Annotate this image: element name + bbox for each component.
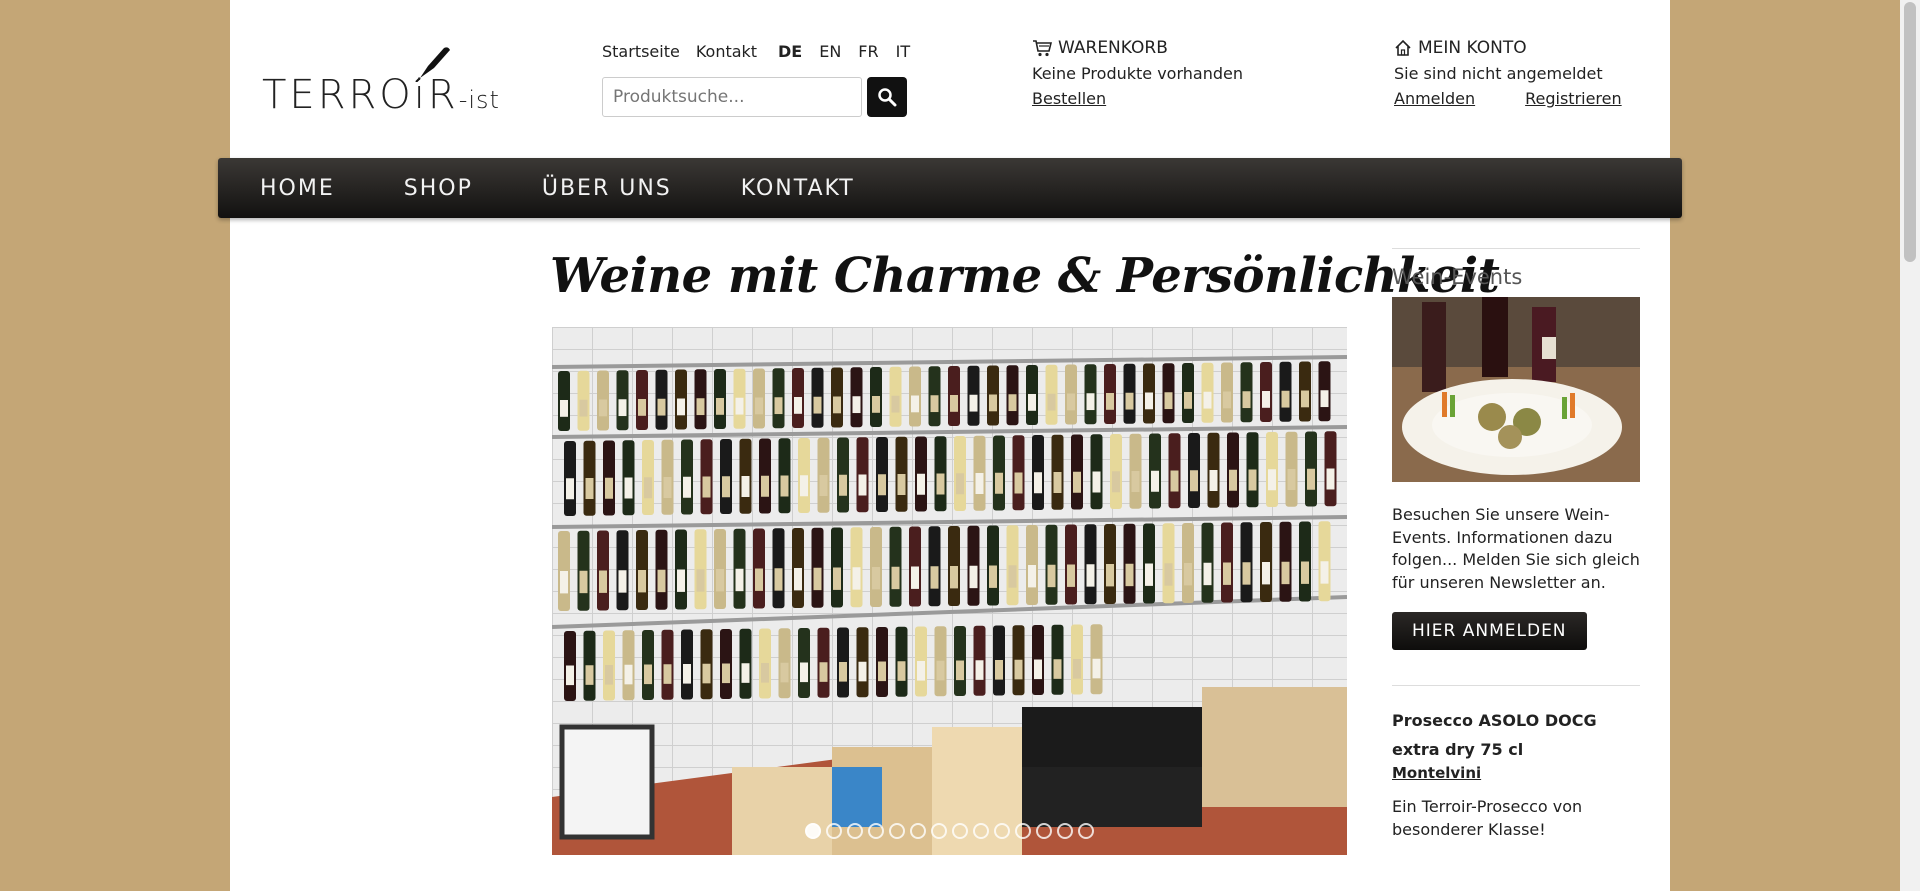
wine-event-image [1392,297,1640,482]
events-text: Besuchen Sie unsere Wein-Events. Informa… [1392,505,1640,592]
slider-dot[interactable] [1078,823,1094,839]
page-headline: Weine mit Charme & Persönlichkeit [550,248,1500,304]
top-links: Startseite Kontakt [602,42,757,61]
main-nav: HOME SHOP ÜBER UNS KONTAKT [218,158,1682,218]
scrollbar-thumb[interactable] [1904,2,1916,262]
top-link-kontakt[interactable]: Kontakt [696,42,757,61]
slider-dot[interactable] [1036,823,1052,839]
slider-dot[interactable] [973,823,989,839]
slider-dot[interactable] [805,823,821,839]
producer-link[interactable]: Montelvini [1392,764,1640,782]
cart-title[interactable]: WARENKORB [1032,38,1243,58]
slider-dot[interactable] [889,823,905,839]
logo-wordmark: TERROiR-ist [262,72,500,118]
slider-dot[interactable] [994,823,1010,839]
product-description: Ein Terroir-Prosecco von besonderer Klas… [1392,797,1583,839]
slider-dots [552,823,1347,839]
lang-it[interactable]: IT [896,42,911,61]
cart-icon [1033,40,1052,57]
search-input[interactable] [602,77,862,117]
slider-dot[interactable] [1057,823,1073,839]
slider-dot[interactable] [868,823,884,839]
account-widget: MEIN KONTO Sie sind nicht angemeldet Anm… [1394,38,1622,108]
slider-dot[interactable] [952,823,968,839]
lang-en[interactable]: EN [819,42,841,61]
scrollbar[interactable] [1900,0,1920,891]
search-icon [878,88,897,107]
search-button[interactable] [867,77,907,117]
slider-dot[interactable] [910,823,926,839]
lang-fr[interactable]: FR [858,42,878,61]
account-title[interactable]: MEIN KONTO [1394,38,1622,58]
slider-dot[interactable] [1015,823,1031,839]
nav-shop[interactable]: SHOP [404,176,473,201]
wine-shelf-image [552,327,1347,855]
sidebar-divider [1392,685,1640,686]
lang-de[interactable]: DE [778,42,802,61]
nav-kontakt[interactable]: KONTAKT [741,176,855,201]
nav-home[interactable]: HOME [260,176,335,201]
events-title: Wein-Events [1392,265,1523,289]
language-switcher: DE EN FR IT [778,42,910,61]
sidebar: Wein-Events Besuchen Sie unsere Wein-Eve… [1392,248,1640,841]
product-title[interactable]: Prosecco ASOLO DOCG extra dry 75 cl [1392,706,1640,764]
account-status: Sie sind nicht angemeldet [1394,64,1603,83]
site-logo[interactable]: TERROiR-ist [262,42,512,122]
slider-dot[interactable] [847,823,863,839]
hero-slider[interactable] [552,327,1347,855]
page: TERROiR-ist Startseite Kontakt DE EN FR … [218,0,1682,891]
sidebar-divider [1392,248,1640,249]
nav-ueber-uns[interactable]: ÜBER UNS [542,176,672,201]
cart-widget: WARENKORB Keine Produkte vorhanden Beste… [1032,38,1243,108]
register-link[interactable]: Registrieren [1525,89,1622,108]
slider-dot[interactable] [826,823,842,839]
order-link[interactable]: Bestellen [1032,89,1243,108]
top-link-startseite[interactable]: Startseite [602,42,680,61]
slider-dot[interactable] [931,823,947,839]
cart-status: Keine Produkte vorhanden [1032,64,1243,83]
login-link[interactable]: Anmelden [1394,89,1475,108]
home-icon [1395,39,1411,56]
newsletter-signup-button[interactable]: HIER ANMELDEN [1392,612,1587,650]
